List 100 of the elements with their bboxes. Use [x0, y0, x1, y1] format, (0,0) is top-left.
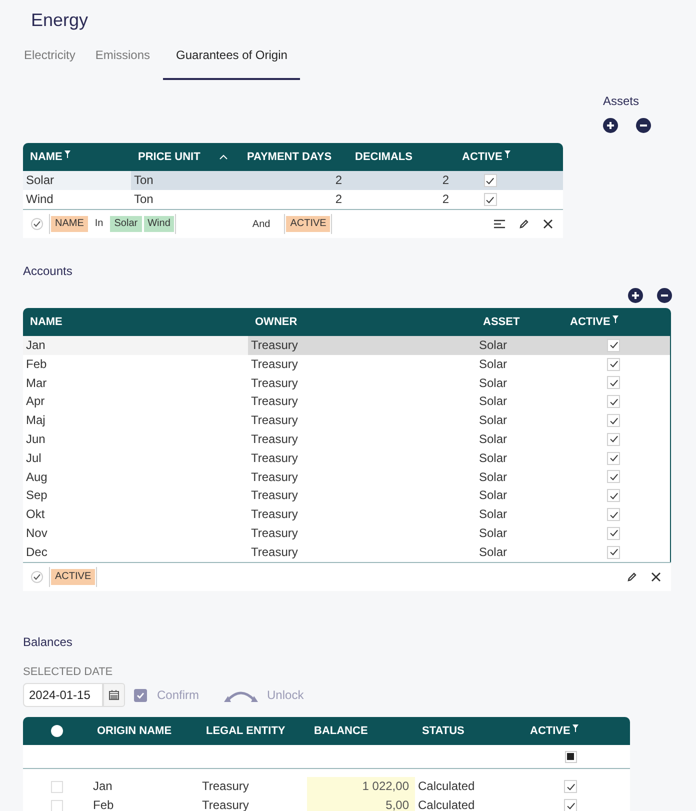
column-header[interactable]: ACTIVE: [523, 717, 630, 746]
remove-button[interactable]: [636, 118, 651, 133]
table-row[interactable]: Dec Treasury Solar: [23, 542, 670, 562]
column-header[interactable]: ACTIVE: [455, 143, 563, 171]
close-icon[interactable]: [543, 219, 553, 229]
table-cell-text: Calculated: [417, 797, 476, 811]
table-cell-text: 2: [441, 172, 450, 189]
column-header[interactable]: PAYMENT DAYS: [240, 143, 348, 171]
table-row[interactable]: Sep Treasury Solar: [23, 486, 670, 506]
table-row[interactable]: Maj Treasury Solar: [23, 411, 670, 430]
table-cell-text: Okt: [25, 506, 46, 524]
active-checkbox[interactable]: [607, 546, 620, 559]
column-header[interactable]: PRICE UNIT: [131, 143, 240, 171]
table-row[interactable]: Solar Ton 2 2: [23, 171, 563, 190]
table-row[interactable]: Aug Treasury Solar: [23, 468, 670, 486]
table-cell-text: Sep: [25, 487, 48, 504]
table-cell-text: Treasury: [250, 544, 299, 561]
active-checkbox[interactable]: [484, 193, 496, 206]
add-button[interactable]: [603, 118, 618, 133]
column-header[interactable]: LEGAL ENTITY: [199, 717, 307, 746]
column-header[interactable]: BALANCE: [307, 717, 415, 746]
table-cell-text: Calculated: [417, 778, 476, 796]
calendar-icon: [109, 690, 119, 700]
table-cell-text: 2: [334, 191, 343, 208]
table-row[interactable]: Nov Treasury Solar: [23, 524, 670, 543]
filter-field-chip[interactable]: NAME: [51, 216, 88, 232]
add-button[interactable]: [628, 288, 643, 303]
check-icon: [136, 690, 145, 700]
row-checkbox[interactable]: [50, 780, 62, 793]
table-row[interactable]: Feb Treasury Solar: [23, 354, 670, 374]
active-checkbox[interactable]: [607, 452, 620, 465]
column-header[interactable]: DECIMALS: [348, 143, 455, 171]
align-lines-icon[interactable]: [494, 219, 505, 229]
column-header[interactable]: NAME: [23, 308, 248, 336]
tab[interactable]: Guarantees of Origin: [163, 43, 300, 80]
filter-connector: And: [252, 218, 270, 232]
filter-toggle-icon[interactable]: [31, 218, 43, 230]
filter-value-chip[interactable]: Solar: [110, 216, 142, 232]
table-row[interactable]: Mar Treasury Solar: [23, 374, 670, 392]
filter-field-chip[interactable]: ACTIVE: [51, 568, 96, 585]
row-checkbox[interactable]: [50, 800, 62, 811]
table-cell: 1 022,00: [307, 777, 415, 796]
active-checkbox[interactable]: [564, 799, 577, 811]
column-header[interactable]: ACTIVE: [563, 308, 671, 336]
active-checkbox[interactable]: [484, 174, 496, 187]
column-header[interactable]: ORIGIN NAME: [90, 717, 199, 746]
column-header[interactable]: STATUS: [415, 717, 523, 746]
table-cell-text: Ton: [133, 191, 154, 208]
column-header[interactable]: NAME: [23, 143, 131, 171]
active-checkbox[interactable]: [607, 432, 620, 446]
active-checkbox[interactable]: [607, 508, 620, 522]
select-all-radio[interactable]: [50, 725, 62, 738]
column-header[interactable]: OWNER: [248, 308, 476, 336]
page-title: Energy: [30, 9, 90, 30]
remove-button[interactable]: [657, 288, 672, 303]
active-checkbox[interactable]: [607, 376, 620, 390]
confirm-label: Confirm: [157, 687, 200, 704]
table-cell-text: Solar: [478, 430, 508, 448]
table-row[interactable]: Wind Ton 2 2: [23, 190, 563, 209]
column-header[interactable]: ASSET: [476, 308, 563, 336]
table-row[interactable]: Okt Treasury Solar: [23, 505, 670, 524]
close-icon[interactable]: [651, 572, 661, 582]
table-cell-text: Treasury: [250, 374, 299, 392]
active-checkbox[interactable]: [607, 414, 620, 428]
pencil-icon[interactable]: [627, 572, 637, 582]
table-row[interactable]: Jul Treasury Solar: [23, 448, 670, 468]
filter-toggle-icon[interactable]: [31, 570, 43, 583]
table-cell-text: Solar: [478, 506, 508, 524]
table-cell-text: Treasury: [250, 430, 299, 448]
section-title: Assets: [602, 93, 639, 110]
table-row[interactable]: Jun Treasury Solar: [23, 430, 670, 449]
tab[interactable]: Emissions: [88, 43, 158, 80]
filter-icon[interactable]: [612, 314, 620, 324]
active-checkbox[interactable]: [564, 780, 577, 794]
date-field[interactable]: 2024-01-15: [23, 683, 103, 708]
table-cell-text: Solar: [478, 374, 508, 392]
filter-icon[interactable]: [572, 724, 580, 733]
table-cell-text: Treasury: [250, 337, 299, 354]
sort-ascending-icon[interactable]: [219, 154, 228, 160]
table-cell-text: Solar: [478, 412, 508, 430]
table-cell-text: Treasury: [250, 356, 299, 373]
table-cell-text: Solar: [478, 468, 508, 486]
table-cell-text: Solar: [478, 337, 508, 354]
active-checkbox[interactable]: [607, 489, 620, 502]
tab[interactable]: Electricity: [17, 43, 82, 80]
calendar-button[interactable]: [103, 683, 125, 708]
active-checkbox[interactable]: [607, 358, 620, 371]
pencil-icon[interactable]: [519, 219, 529, 229]
filter-field-chip[interactable]: ACTIVE: [286, 216, 330, 232]
filter-icon[interactable]: [504, 150, 512, 158]
table-cell: 5,00: [307, 796, 415, 811]
active-checkbox[interactable]: [607, 395, 620, 408]
table-row[interactable]: Jan Treasury Solar: [23, 336, 670, 355]
active-checkbox[interactable]: [607, 338, 620, 352]
active-checkbox[interactable]: [607, 526, 620, 540]
table-row[interactable]: Apr Treasury Solar: [23, 392, 670, 412]
filter-icon[interactable]: [64, 150, 72, 158]
filter-value-chip[interactable]: Wind: [144, 216, 174, 232]
active-filter-checkbox[interactable]: [564, 750, 576, 763]
active-checkbox[interactable]: [607, 470, 620, 484]
